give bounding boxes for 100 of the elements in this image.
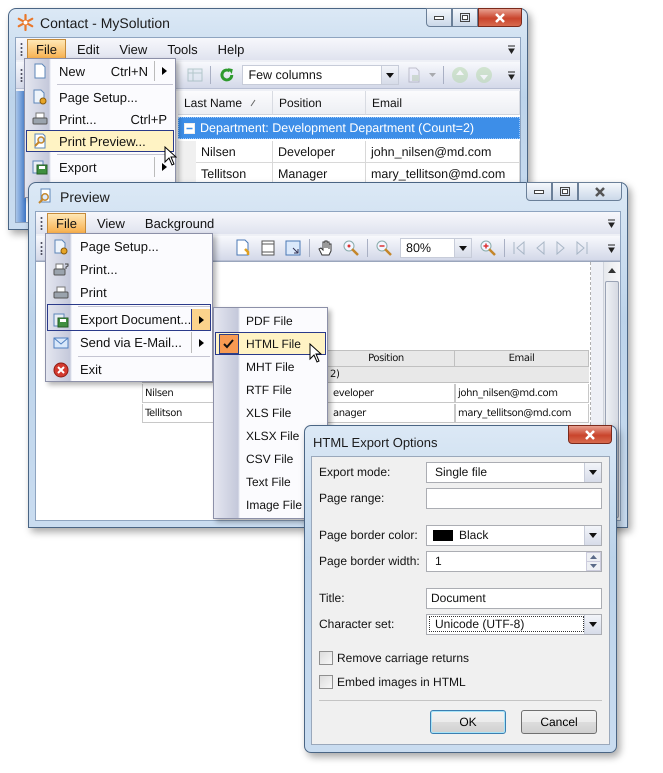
window-title: Contact - MySolution xyxy=(40,14,170,30)
field-label: Page border width: xyxy=(319,554,421,568)
minimize-icon xyxy=(534,190,544,194)
cursor-icon xyxy=(309,343,322,363)
text-field[interactable]: Document xyxy=(426,588,602,608)
overflow-chevron-icon[interactable] xyxy=(507,44,516,54)
menu-item[interactable]: Page Setup... xyxy=(47,235,211,258)
cursor-icon xyxy=(164,146,177,166)
minimize-icon xyxy=(434,16,444,20)
checkbox[interactable] xyxy=(319,651,333,665)
dialog-button[interactable]: Cancel xyxy=(521,710,597,734)
printer-icon xyxy=(53,262,69,278)
app-logo-icon xyxy=(17,14,34,31)
overflow-chevron-icon[interactable] xyxy=(607,218,616,228)
menu-bar-item[interactable]: Edit xyxy=(68,38,108,60)
dropdown-arrow-icon xyxy=(589,470,597,474)
window-title: Preview xyxy=(60,188,110,204)
field-label: Export mode: xyxy=(319,465,392,479)
dialog-button[interactable]: OK xyxy=(430,710,506,734)
close-button[interactable] xyxy=(478,8,522,27)
menu-item[interactable]: HTML File xyxy=(215,332,326,355)
zoom-out-icon[interactable] xyxy=(375,239,393,257)
save-icon xyxy=(32,159,48,175)
field-label: Character set: xyxy=(319,617,396,631)
sort-icon xyxy=(250,98,256,106)
toolbar-grip-icon[interactable] xyxy=(20,42,23,56)
table-cell: Developer xyxy=(273,141,366,163)
fit-page-icon[interactable] xyxy=(284,239,302,257)
collapse-icon[interactable] xyxy=(184,122,195,134)
menu-bar-item[interactable]: Background xyxy=(136,212,224,234)
overflow-chevron-icon[interactable] xyxy=(507,70,516,80)
menu-item[interactable]: Export Document... xyxy=(47,304,211,331)
menu-bar-item[interactable]: View xyxy=(88,212,134,234)
checkbox-label[interactable]: Embed images in HTML xyxy=(337,675,466,689)
page-icon xyxy=(32,63,48,79)
text-field[interactable] xyxy=(426,488,602,508)
submenu-arrow-icon xyxy=(198,316,204,324)
color-dropdown[interactable]: Black xyxy=(426,524,602,546)
dialog-title: HTML Export Options xyxy=(313,434,438,450)
group-row-label: Department: Development Department (Count=2) xyxy=(200,121,474,135)
page-setup-icon[interactable] xyxy=(234,239,252,257)
close-button[interactable] xyxy=(578,182,622,201)
close-icon xyxy=(594,186,606,196)
column-header: Email xyxy=(455,350,589,367)
preview-icon xyxy=(32,133,48,149)
page-setup-icon xyxy=(32,89,48,105)
checkmark-icon xyxy=(219,334,239,354)
toolbar-grip-icon[interactable] xyxy=(40,241,43,255)
overflow-chevron-icon[interactable] xyxy=(607,244,616,252)
dropdown-arrow-icon xyxy=(459,246,467,250)
dropdown-arrow-icon xyxy=(589,532,597,538)
close-icon xyxy=(584,430,596,440)
checkbox-label[interactable]: Remove carriage returns xyxy=(337,651,470,665)
dropdown[interactable]: Unicode (UTF-8) xyxy=(426,614,602,634)
menu-item[interactable]: Print Preview... xyxy=(26,130,174,152)
number-field[interactable]: 1 xyxy=(426,550,602,572)
view-dropdown[interactable]: Few columns xyxy=(242,65,399,85)
submenu-arrow-icon xyxy=(162,67,166,75)
table-cell: Nilsen xyxy=(196,141,273,163)
menu-bar-item[interactable]: Help xyxy=(208,38,254,60)
menu-bar-item[interactable]: Tools xyxy=(158,38,207,60)
zoom-in-icon[interactable] xyxy=(479,239,497,257)
minimize-button[interactable] xyxy=(426,8,452,27)
column-header[interactable]: Email xyxy=(366,91,520,115)
zoom-dropdown[interactable]: 80% xyxy=(400,238,472,258)
menu-bar-item[interactable]: View xyxy=(110,38,156,60)
scroll-up-icon[interactable] xyxy=(608,268,616,273)
menu-item[interactable]: Send via E-Mail... xyxy=(47,331,211,354)
field-label: Title: xyxy=(319,591,346,605)
printer-icon xyxy=(53,284,69,300)
close-button[interactable] xyxy=(568,425,612,444)
maximize-button[interactable] xyxy=(552,182,578,201)
maximize-button[interactable] xyxy=(452,8,478,27)
toolbar-grip-icon[interactable] xyxy=(20,68,23,82)
table-cell: john_nilsen@md.com xyxy=(455,384,589,403)
menu-item[interactable]: New Ctrl+N xyxy=(26,60,174,82)
menu-bar-item[interactable]: File xyxy=(47,212,86,234)
checkbox[interactable] xyxy=(319,675,333,689)
column-header[interactable]: Position xyxy=(273,91,366,115)
exit-icon xyxy=(53,362,69,378)
minimize-button[interactable] xyxy=(526,182,552,201)
menu-item[interactable]: Print xyxy=(47,281,211,304)
menu-item[interactable]: Print... xyxy=(47,258,211,281)
toolbar-grip-icon[interactable] xyxy=(40,216,43,230)
table-cell: mary_tellitson@md.com xyxy=(455,404,589,423)
menu-bar-item[interactable]: File xyxy=(27,38,66,60)
menu-item[interactable]: Print... Ctrl+P xyxy=(26,108,174,130)
zoom-icon[interactable] xyxy=(342,239,360,257)
menu-item[interactable]: PDF File xyxy=(215,309,326,332)
refresh-icon[interactable] xyxy=(218,66,236,84)
scale-icon[interactable] xyxy=(259,239,277,257)
dropdown[interactable]: Single file xyxy=(426,462,602,482)
maximize-icon xyxy=(460,13,470,22)
dropdown-arrow-icon xyxy=(386,72,394,78)
column-header[interactable]: Last Name xyxy=(178,91,273,115)
dropdown-arrow-icon xyxy=(589,622,597,626)
spin-buttons-icon[interactable] xyxy=(586,552,601,570)
close-icon xyxy=(494,12,506,22)
submenu-arrow-icon xyxy=(162,163,166,171)
field-label: Page border color: xyxy=(319,528,419,542)
